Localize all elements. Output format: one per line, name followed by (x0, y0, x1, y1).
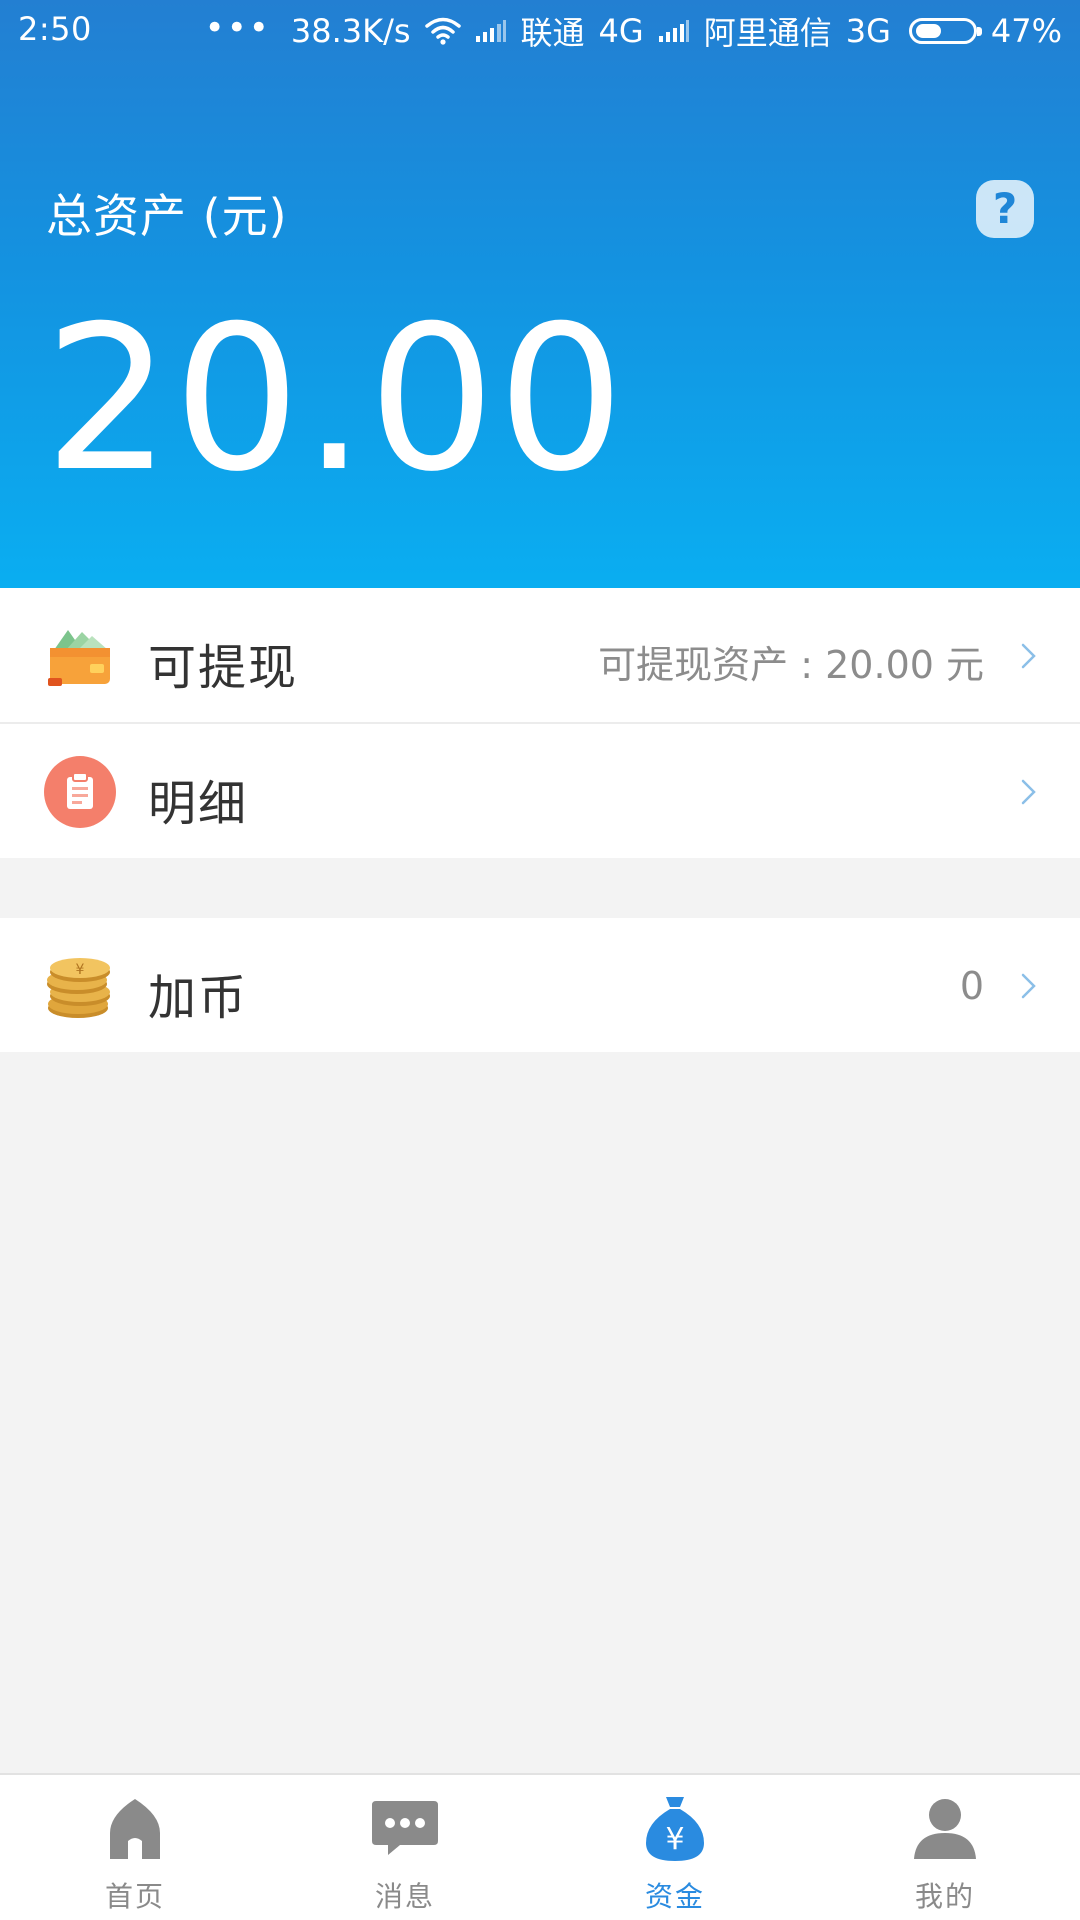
svg-text:¥: ¥ (76, 962, 85, 978)
carrier-2: 阿里通信 (703, 14, 832, 52)
withdrawable-value: 可提现资产 : 20.00 元 (598, 643, 984, 687)
nav-item-home[interactable]: 首页 (0, 1775, 270, 1920)
nav-item-messages[interactable]: 消息 (270, 1775, 540, 1920)
nav-item-profile[interactable]: 我的 (810, 1775, 1080, 1920)
status-bar: 2:50 ••• 38.3K/s 联通 4G 阿里通信 3G 47% (0, 0, 1080, 64)
wallet-icon (44, 620, 116, 692)
chevron-right-icon (1020, 972, 1038, 1000)
clipboard-icon (44, 756, 116, 828)
signal-icon (475, 19, 507, 43)
total-assets-amount: 20.00 (44, 283, 627, 516)
status-time: 2:50 (18, 10, 92, 48)
notification-dots-icon: ••• (204, 8, 271, 48)
details-label: 明细 (148, 776, 249, 832)
money-bag-icon: ¥ (640, 1793, 710, 1863)
svg-text:¥: ¥ (665, 1822, 684, 1857)
nav-label-home: 首页 (104, 1880, 165, 1913)
battery-percent: 47% (990, 12, 1062, 50)
home-icon (100, 1793, 170, 1863)
assets-header: 2:50 ••• 38.3K/s 联通 4G 阿里通信 3G 47% 总资产 (… (0, 0, 1080, 588)
coins-label: 加币 (148, 970, 249, 1026)
total-assets-label: 总资产 (元) (46, 189, 288, 243)
nav-label-messages: 消息 (374, 1880, 435, 1913)
network-type-2: 3G (845, 12, 891, 50)
coins-icon: ¥ (44, 950, 116, 1022)
wifi-icon (424, 17, 461, 45)
help-icon[interactable]: ? (976, 180, 1034, 238)
network-type-1: 4G (598, 12, 644, 50)
battery-icon (908, 18, 982, 44)
details-row[interactable]: 明细 (0, 724, 1080, 858)
chevron-right-icon (1020, 778, 1038, 806)
withdrawable-row[interactable]: 可提现 可提现资产 : 20.00 元 (0, 588, 1080, 722)
withdrawable-label: 可提现 (148, 640, 299, 696)
bottom-nav: 首页 消息 ¥ 资金 我的 (0, 1773, 1080, 1920)
battery-level (915, 24, 941, 38)
coins-row[interactable]: ¥ 加币 0 (0, 918, 1080, 1052)
coins-value: 0 (959, 964, 984, 1008)
carrier-1: 联通 (520, 14, 585, 52)
chevron-right-icon (1020, 642, 1038, 670)
message-icon (370, 1793, 440, 1863)
profile-icon (910, 1793, 980, 1863)
nav-item-funds[interactable]: ¥ 资金 (540, 1775, 810, 1920)
nav-label-profile: 我的 (914, 1880, 975, 1913)
status-right: ••• 38.3K/s 联通 4G 阿里通信 3G 47% (205, 8, 1062, 54)
signal-icon (658, 19, 690, 43)
net-speed: 38.3K/s (290, 12, 411, 50)
nav-label-funds: 资金 (644, 1880, 705, 1913)
